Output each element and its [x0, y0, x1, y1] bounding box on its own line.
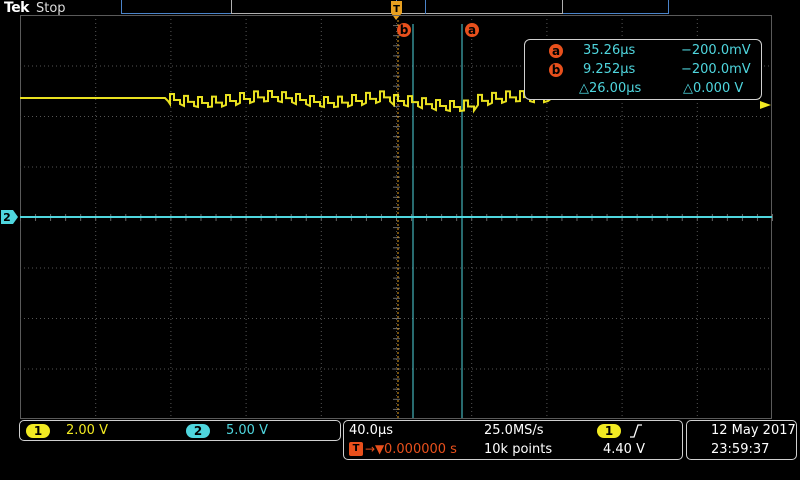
datetime-panel: 12 May 2017 23:59:37 — [686, 420, 797, 460]
record-length[interactable]: 10k points — [484, 442, 552, 457]
rising-edge-icon — [630, 424, 642, 438]
cursor-b-marker[interactable]: b — [397, 23, 411, 37]
trigger-source-badge[interactable]: 1 — [597, 424, 621, 438]
channel-settings-bar[interactable]: 1 2.00 V 2 5.00 V — [19, 420, 341, 441]
date-display: 12 May 2017 — [711, 423, 796, 438]
ch1-badge[interactable]: 1 — [26, 424, 50, 438]
trigger-delay-icon: T — [349, 442, 363, 456]
trigger-delay-arrow: →▼ — [365, 442, 385, 456]
cursor-a-voltage: −200.0mV — [681, 43, 751, 58]
trigger-delay-value[interactable]: 0.000000 s — [384, 442, 457, 457]
trigger-level[interactable]: 4.40 V — [603, 442, 645, 457]
cursor-b-time: 9.252µs — [583, 62, 636, 77]
cursor-readout-panel[interactable]: a 35.26µs −200.0mV b 9.252µs −200.0mV △2… — [524, 39, 762, 100]
readout-a-marker: a — [549, 44, 563, 58]
timebase-value[interactable]: 40.0µs — [349, 423, 393, 438]
ch1-scale[interactable]: 2.00 V — [66, 423, 108, 438]
sample-rate: 25.0MS/s — [484, 423, 544, 438]
cursor-a-marker[interactable]: a — [465, 23, 479, 37]
ch2-badge[interactable]: 2 — [186, 424, 210, 438]
cursor-delta-voltage: △0.000 V — [683, 81, 744, 96]
ch2-ground-label: 2 — [3, 211, 11, 224]
ch2-scale[interactable]: 5.00 V — [226, 423, 268, 438]
cursor-a-time: 35.26µs — [583, 43, 636, 58]
cursor-delta-time: △26.00µs — [579, 81, 642, 96]
cursor-b-voltage: −200.0mV — [681, 62, 751, 77]
acquisition-settings-panel[interactable]: 40.0µs 25.0MS/s 1 T →▼ 0.000000 s 10k po… — [343, 420, 683, 460]
trigger-level-marker[interactable] — [760, 101, 771, 109]
time-display: 23:59:37 — [711, 442, 770, 457]
readout-b-marker: b — [549, 63, 563, 77]
